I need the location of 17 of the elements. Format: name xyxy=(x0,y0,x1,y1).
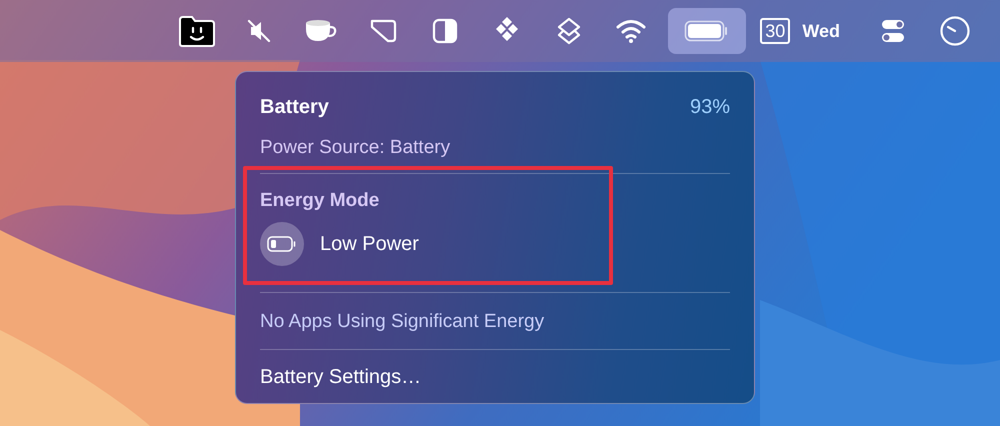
weekday-label: Wed xyxy=(802,20,840,42)
face-icon[interactable] xyxy=(178,14,216,48)
calendar-date: 30 xyxy=(760,18,790,44)
battery-percentage: 93% xyxy=(690,96,730,119)
section-heading: Energy Mode xyxy=(260,190,380,212)
clock-icon[interactable] xyxy=(939,15,971,47)
low-battery-icon[interactable] xyxy=(260,222,304,266)
menu-title: Battery xyxy=(260,96,329,119)
low-power-option[interactable]: Low Power xyxy=(260,222,730,266)
tag-icon[interactable] xyxy=(368,17,398,45)
selected-menu-item[interactable] xyxy=(668,8,746,54)
wifi-icon[interactable] xyxy=(615,18,648,44)
toggles-icon[interactable] xyxy=(879,17,907,45)
contrast-icon[interactable] xyxy=(431,17,460,45)
battery-settings-item[interactable]: Battery Settings… xyxy=(260,366,730,389)
power-source-label: Power Source: Battery xyxy=(260,137,452,159)
energy-usage-note: No Apps Using Significant Energy xyxy=(260,311,546,333)
